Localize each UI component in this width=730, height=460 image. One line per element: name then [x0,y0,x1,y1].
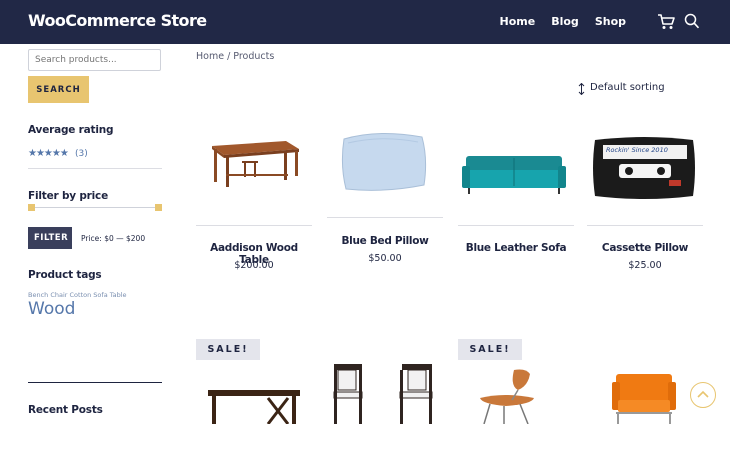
pillow-print-text: Rockin' Since 2010 [606,146,668,154]
breadcrumb[interactable]: Home / Products [196,51,274,62]
product-name[interactable]: Blue Leather Sofa [458,242,574,254]
average-rating-heading: Average rating [28,124,114,136]
sale-badge: SALE! [458,339,522,360]
nav-blog[interactable]: Blog [551,15,579,28]
product-image-orange-chair[interactable] [612,372,676,424]
search-button[interactable]: SEARCH [28,76,89,103]
divider [28,382,162,383]
site-title[interactable]: WooCommerce Store [28,11,207,30]
search-icon[interactable] [684,13,700,30]
divider [327,217,443,218]
sorting-select[interactable]: Default sorting [590,82,665,93]
divider [458,225,574,226]
price-slider-track[interactable] [31,207,157,208]
product-price: $50.00 [368,253,402,264]
filter-button[interactable]: FILTER [28,227,72,249]
site-header: WooCommerce Store Home Blog Shop [0,0,730,44]
product-price: $25.00 [628,260,662,271]
recent-posts-heading: Recent Posts [28,404,103,416]
filter-price-heading: Filter by price [28,190,109,202]
sale-badge: SALE! [196,339,260,360]
price-slider-min-handle[interactable] [28,204,35,211]
product-image-blue-pillow[interactable] [338,129,430,195]
product-name[interactable]: Cassette Pillow [587,242,703,254]
product-tags-heading: Product tags [28,269,102,281]
divider [28,168,162,169]
sort-arrows-icon[interactable] [578,83,585,95]
tag-cloud-small[interactable]: Bench Chair Cotton Sofa Table [28,291,127,299]
product-image-wood-table[interactable] [204,136,302,188]
product-image-dark-table[interactable] [208,390,300,424]
product-image-wood-chair[interactable] [474,368,542,424]
scroll-to-top-button[interactable] [690,382,716,408]
search-input[interactable] [28,49,161,71]
tag-wood[interactable]: Wood [28,299,75,319]
nav-shop[interactable]: Shop [595,15,626,28]
price-range-label: Price: $0 — $200 [81,234,146,243]
price-slider-max-handle[interactable] [155,204,162,211]
product-image-blue-sofa[interactable] [462,152,566,196]
divider [196,225,312,226]
product-name[interactable]: Blue Bed Pillow [327,235,443,247]
chevron-up-icon [697,390,709,398]
nav-home[interactable]: Home [500,15,536,28]
product-image-chairs[interactable] [330,362,436,424]
rating-stars[interactable]: ★★★★★ [28,148,69,159]
cart-icon[interactable] [657,13,676,31]
product-price: $200.00 [234,260,274,271]
divider [587,225,703,226]
rating-count[interactable]: (3) [75,149,88,159]
main-nav: Home Blog Shop [500,15,626,28]
